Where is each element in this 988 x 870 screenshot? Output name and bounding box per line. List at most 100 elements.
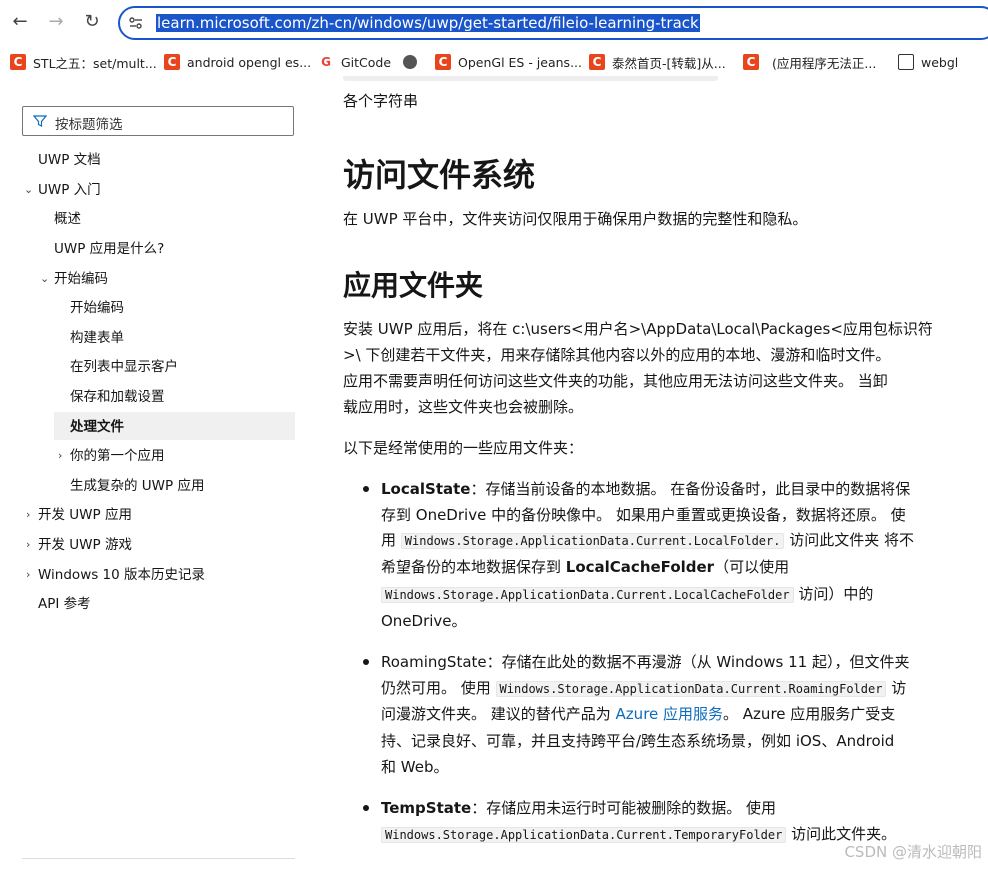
text: 用 bbox=[381, 531, 401, 549]
list-item-line: Windows.Storage.ApplicationData.Current.… bbox=[381, 821, 896, 848]
csdn-icon: C bbox=[164, 54, 180, 70]
toc-item-work-with-files[interactable]: 处理文件 bbox=[70, 418, 124, 436]
list-item-line: 问漫游文件夹。 建议的替代产品为 Azure 应用服务。 Azure 应用服务广… bbox=[381, 701, 895, 727]
url-text[interactable]: learn.microsoft.com/zh-cn/windows/uwp/ge… bbox=[156, 14, 700, 32]
paragraph-line: >\ 下创建若干文件夹，用来存储除其他内容以外的应用的本地、漫游和临时文件。 bbox=[343, 346, 891, 364]
chevron-right-icon[interactable]: › bbox=[58, 447, 62, 465]
sidebar-divider bbox=[22, 858, 295, 859]
bookmark-item[interactable]: webgl bbox=[898, 52, 958, 72]
chevron-down-icon[interactable]: ⌄ bbox=[24, 181, 33, 199]
toc-item-start-coding[interactable]: 开始编码 bbox=[70, 299, 124, 317]
toc-item-develop-games[interactable]: 开发 UWP 游戏 bbox=[38, 536, 132, 554]
gitcode-icon: G bbox=[321, 55, 331, 69]
chevron-right-icon[interactable]: › bbox=[26, 566, 30, 584]
paragraph-list-intro: 以下是经常使用的一些应用文件夹： bbox=[343, 439, 584, 457]
toc-item-first-app[interactable]: 你的第一个应用 bbox=[70, 447, 165, 465]
term-localstate: LocalState bbox=[381, 480, 471, 498]
heading-file-system: 访问文件系统 bbox=[343, 156, 536, 194]
toc-item-display-customers[interactable]: 在列表中显示客户 bbox=[70, 358, 178, 376]
csdn-icon: C bbox=[435, 54, 451, 70]
back-icon[interactable]: ← bbox=[10, 12, 30, 32]
list-item-line: 存到 OneDrive 中的备份映像中。 如果用户重置或更换设备，数据将还原。 … bbox=[381, 506, 906, 524]
toc-item-version-history[interactable]: Windows 10 版本历史记录 bbox=[38, 566, 205, 584]
chevron-right-icon[interactable]: › bbox=[26, 536, 30, 554]
folder-icon bbox=[898, 54, 914, 70]
toc-item-build-form[interactable]: 构建表单 bbox=[70, 329, 124, 347]
chevron-right-icon[interactable]: › bbox=[26, 506, 30, 524]
list-item-line: Windows.Storage.ApplicationData.Current.… bbox=[381, 581, 873, 608]
forward-icon[interactable]: → bbox=[46, 12, 66, 32]
toc-item-develop-apps[interactable]: 开发 UWP 应用 bbox=[38, 506, 132, 524]
globe-icon bbox=[403, 55, 417, 69]
csdn-icon: C bbox=[589, 54, 605, 70]
toc-item-api-reference[interactable]: API 参考 bbox=[38, 595, 91, 613]
list-item-line: LocalState：存储当前设备的本地数据。 在备份设备时，此目录中的数据将保 bbox=[381, 476, 910, 502]
list-item-line: 和 Web。 bbox=[381, 758, 449, 776]
bookmark-label: webgl bbox=[921, 54, 959, 70]
paragraph-line: 安装 UWP 应用后，将在 c:\users<用户名>\AppData\Loca… bbox=[343, 320, 933, 338]
toc-item-complex-app[interactable]: 生成复杂的 UWP 应用 bbox=[70, 477, 204, 495]
bookmark-item[interactable]: G GitCode bbox=[318, 52, 391, 72]
inline-code: Windows.Storage.ApplicationData.Current.… bbox=[400, 533, 785, 549]
bookmark-item[interactable] bbox=[403, 52, 424, 72]
list-bullet bbox=[363, 659, 369, 665]
bookmark-item[interactable]: Candroid opengl es... bbox=[164, 52, 311, 72]
toc-item-save-load-settings[interactable]: 保存和加载设置 bbox=[70, 388, 165, 406]
inline-code: Windows.Storage.ApplicationData.Current.… bbox=[381, 827, 787, 843]
address-bar[interactable]: learn.microsoft.com/zh-cn/windows/uwp/ge… bbox=[118, 6, 988, 40]
list-bullet bbox=[363, 486, 369, 492]
site-info-icon[interactable] bbox=[128, 15, 144, 31]
text: 访 bbox=[886, 679, 907, 697]
right-column-clipped bbox=[978, 110, 988, 730]
text: ：存储应用未运行时可能被删除的数据。 使用 bbox=[471, 799, 777, 817]
paragraph-line: 应用不需要声明任何访问这些文件夹的功能，其他应用无法访问这些文件夹。 当卸 bbox=[343, 372, 888, 390]
filter-input[interactable]: 按标题筛选 bbox=[22, 106, 294, 136]
text: ：存储在此处的数据不再漫游（从 Windows 11 起），但文件夹 bbox=[486, 653, 910, 671]
bookmark-label: OpenGl ES - jeans... bbox=[458, 54, 582, 70]
toc-item-uwp-intro[interactable]: UWP 入门 bbox=[38, 181, 101, 199]
azure-app-service-link[interactable]: Azure 应用服务 bbox=[616, 705, 723, 723]
bookmark-label: GitCode bbox=[341, 54, 392, 70]
watermark: CSDN @清水迎朝阳 bbox=[844, 843, 982, 861]
bookmark-label: STL之五：set/mult... bbox=[33, 55, 157, 71]
list-item-line: 仍然可用。 使用 Windows.Storage.ApplicationData… bbox=[381, 675, 906, 702]
list-item-line: OneDrive。 bbox=[381, 612, 467, 630]
reload-icon[interactable]: ↻ bbox=[82, 12, 102, 32]
text: 访问此文件夹 将不 bbox=[784, 531, 915, 549]
text: ：存储当前设备的本地数据。 在备份设备时，此目录中的数据将保 bbox=[470, 480, 911, 498]
text: 问漫游文件夹。 建议的替代产品为 bbox=[381, 705, 616, 723]
text: 。 Azure 应用服务广受支 bbox=[723, 705, 896, 723]
paragraph-line: 载应用时，这些文件夹也会被删除。 bbox=[343, 398, 584, 416]
text: 希望备份的本地数据保存到 bbox=[381, 558, 566, 576]
bookmark-item[interactable]: C OpenGl ES - jeans... bbox=[435, 52, 582, 72]
text: 仍然可用。 使用 bbox=[381, 679, 496, 697]
list-item-line: TempState：存储应用未运行时可能被删除的数据。 使用 bbox=[381, 795, 776, 821]
term-tempstate: TempState bbox=[381, 799, 472, 817]
text: （可以使用 bbox=[714, 558, 790, 576]
chevron-down-icon[interactable]: ⌄ bbox=[40, 270, 49, 288]
toc-item-overview[interactable]: 概述 bbox=[54, 210, 81, 228]
term-roamingstate: RoamingState bbox=[381, 653, 487, 671]
list-item-line: RoamingState：存储在此处的数据不再漫游（从 Windows 11 起… bbox=[381, 649, 910, 675]
list-item-line: 用 Windows.Storage.ApplicationData.Curren… bbox=[381, 527, 914, 554]
bookmark-item[interactable]: C STL之五：set/mult... bbox=[10, 52, 157, 72]
bookmark-label: (应用程序无法正... bbox=[772, 55, 877, 71]
list-bullet bbox=[363, 805, 369, 811]
csdn-icon: C bbox=[10, 54, 26, 70]
browser-toolbar: ← → ↻ learn.microsoft.com/zh-cn/windows/… bbox=[0, 0, 988, 46]
toc-item-start-coding-group[interactable]: 开始编码 bbox=[54, 270, 108, 288]
bookmarks-bar: C STL之五：set/mult... Candroid opengl es...… bbox=[0, 48, 988, 76]
list-item-line: 持、记录良好、可靠，并且支持跨平台/跨生态系统场景，例如 iOS、Android bbox=[381, 732, 895, 750]
paragraph-fragment: 各个字符串 bbox=[343, 92, 419, 110]
bookmark-label: android opengl es... bbox=[187, 54, 312, 70]
csdn-icon: C bbox=[743, 54, 759, 70]
list-item-line: 希望备份的本地数据保存到 LocalCacheFolder（可以使用 bbox=[381, 554, 789, 580]
filter-placeholder: 按标题筛选 bbox=[55, 117, 123, 133]
paragraph-intro: 在 UWP 平台中，文件夹访问仅限用于确保用户数据的完整性和隐私。 bbox=[343, 210, 808, 228]
bookmark-item[interactable]: C (应用程序无法正... bbox=[743, 52, 876, 72]
inline-code: Windows.Storage.ApplicationData.Current.… bbox=[495, 681, 887, 697]
toc-item-what-is-uwp[interactable]: UWP 应用是什么? bbox=[54, 240, 164, 258]
inline-code: Windows.Storage.ApplicationData.Current.… bbox=[381, 587, 794, 603]
bookmark-item[interactable]: C 泰然首页-[转载]从... bbox=[589, 52, 726, 72]
toc-item-uwp-docs[interactable]: UWP 文档 bbox=[38, 151, 101, 169]
